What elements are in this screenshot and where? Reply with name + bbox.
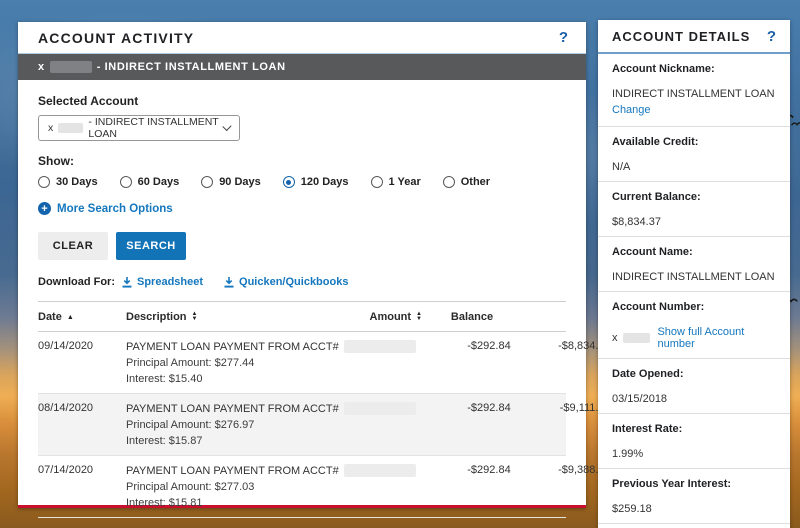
detail-previous-year-interest: Previous Year Interest: $259.18 — [598, 469, 790, 524]
tx-date: 09/14/2020 — [38, 340, 94, 352]
redacted-account-number — [58, 123, 84, 133]
detail-current-balance: Current Balance: $8,834.37 — [598, 182, 790, 237]
radio-icon — [38, 176, 50, 188]
account-select[interactable]: x - INDIRECT INSTALLMENT LOAN — [38, 115, 240, 141]
radio-icon — [201, 176, 214, 188]
radio-icon — [119, 176, 132, 188]
radio-30-days[interactable]: 30 Days — [38, 176, 98, 188]
tx-description: PAYMENT LOAN PAYMENT FROM ACCT# Principa… — [126, 340, 421, 385]
more-search-options-link[interactable]: + More Search Options — [38, 202, 566, 215]
download-icon — [224, 277, 234, 288]
help-icon[interactable]: ? — [559, 29, 568, 46]
select-masked-prefix: x — [48, 122, 54, 134]
transactions-table: Date ▲ Description ▲ ▼ Amount ▲ ▼ Balance … — [38, 301, 648, 518]
plus-icon: + — [38, 202, 51, 215]
sort-asc-icon: ▲ — [66, 313, 74, 321]
selected-account-label: Selected Account — [38, 94, 139, 108]
redacted-account-number — [622, 333, 651, 343]
radio-120-days[interactable]: 120 Days — [282, 176, 349, 188]
account-details-panel: ACCOUNT DETAILS ? Account Nickname: INDI… — [598, 20, 790, 528]
download-for-label: Download For: — [38, 276, 115, 288]
select-account-name: - INDIRECT INSTALLMENT LOAN — [88, 116, 219, 140]
radio-icon — [282, 176, 295, 188]
change-nickname-link[interactable]: Change — [612, 104, 651, 116]
radio-icon — [442, 176, 455, 188]
page-title: ACCOUNT ACTIVITY — [38, 29, 195, 46]
table-row: 09/14/2020 PAYMENT LOAN PAYMENT FROM ACC… — [38, 332, 648, 394]
detail-account-number: Account Number: x Show full Account numb… — [598, 292, 790, 359]
redacted-account-number — [343, 464, 416, 477]
tx-amount: -$292.84 — [467, 464, 511, 476]
radio-90-days[interactable]: 90 Days — [201, 176, 261, 188]
radio-icon — [370, 176, 383, 188]
table-row: 08/14/2020 PAYMENT LOAN PAYMENT FROM ACC… — [38, 394, 648, 456]
detail-interest-rate: Interest Rate: 1.99% — [598, 414, 790, 469]
show-label: Show: — [38, 154, 74, 168]
selected-account-bar: x - INDIRECT INSTALLMENT LOAN — [18, 54, 586, 80]
detail-account-nickname: Account Nickname: INDIRECT INSTALLMENT L… — [598, 54, 790, 127]
sort-date-header[interactable]: Date ▲ — [38, 311, 126, 323]
help-icon[interactable]: ? — [767, 28, 776, 45]
table-row: 07/14/2020 PAYMENT LOAN PAYMENT FROM ACC… — [38, 456, 648, 518]
clear-button[interactable]: CLEAR — [38, 232, 108, 260]
detail-available-credit: Available Credit: N/A — [598, 127, 790, 182]
tx-amount: -$292.84 — [467, 402, 511, 414]
radio-other[interactable]: Other — [442, 176, 490, 188]
download-spreadsheet-link[interactable]: Spreadsheet — [121, 276, 203, 288]
detail-ytd-interest: Year To Date Interest: — [598, 524, 790, 528]
account-details-header: ACCOUNT DETAILS ? — [598, 20, 790, 54]
date-range-radios: 30 Days 60 Days 90 Days 120 Days 1 Year … — [38, 176, 566, 188]
sort-description-header[interactable]: Description ▲ ▼ — [126, 311, 326, 323]
bird-icon — [791, 122, 800, 126]
sort-amount-header[interactable]: Amount ▲ ▼ — [326, 311, 423, 323]
detail-account-name: Account Name: INDIRECT INSTALLMENT LOAN — [598, 237, 790, 292]
redacted-account-number — [343, 340, 416, 353]
tx-description: PAYMENT LOAN PAYMENT FROM ACCT# Principa… — [126, 464, 421, 509]
radio-60-days[interactable]: 60 Days — [119, 176, 179, 188]
tx-amount: -$292.84 — [467, 340, 511, 352]
account-activity-panel: ACCOUNT ACTIVITY ? x - INDIRECT INSTALLM… — [18, 22, 648, 518]
sort-icon: ▲ ▼ — [191, 310, 198, 322]
tx-description: PAYMENT LOAN PAYMENT FROM ACCT# Principa… — [126, 402, 421, 447]
account-bar-name: - INDIRECT INSTALLMENT LOAN — [96, 61, 286, 73]
show-full-account-number-link[interactable]: Show full Account number — [657, 326, 776, 350]
account-activity-header: ACCOUNT ACTIVITY ? — [18, 22, 586, 54]
download-icon — [122, 277, 132, 288]
radio-1-year[interactable]: 1 Year — [370, 176, 421, 188]
details-title: ACCOUNT DETAILS — [612, 28, 751, 44]
detail-date-opened: Date Opened: 03/15/2018 — [598, 359, 790, 414]
download-quicken-link[interactable]: Quicken/Quickbooks — [223, 276, 348, 288]
search-button[interactable]: SEARCH — [116, 232, 186, 260]
redacted-account-number — [343, 402, 416, 415]
tx-date: 08/14/2020 — [38, 402, 94, 414]
account-masked-prefix: x — [38, 61, 45, 73]
tx-date: 07/14/2020 — [38, 464, 94, 476]
redacted-account-number — [49, 61, 92, 73]
balance-header: Balance — [450, 311, 494, 323]
